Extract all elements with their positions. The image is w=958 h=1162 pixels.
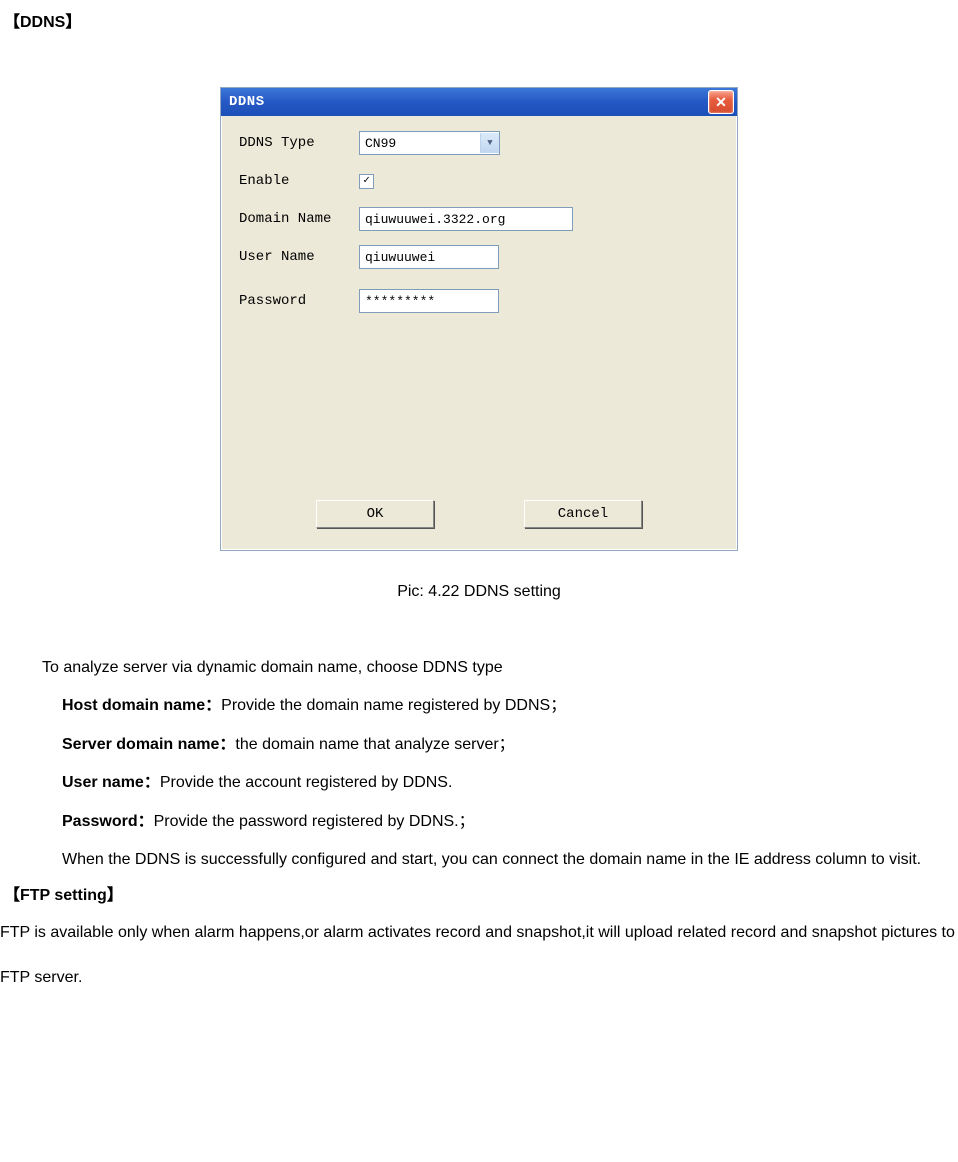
dropdown-value: CN99 [365,136,396,151]
def-server-text: the domain name that analyze server； [235,736,514,753]
def-host-text: Provide the domain name registered by DD… [221,697,566,714]
def-pass-label: Password： [62,813,154,830]
enable-checkbox[interactable]: ✓ [359,174,374,189]
domain-name-input[interactable]: qiuwuuwei.3322.org [359,207,573,231]
label-ddns-type: DDNS Type [239,135,359,151]
section-heading-ftp: 【FTP setting】 [4,881,958,905]
cancel-button[interactable]: Cancel [524,500,642,528]
close-icon: ✕ [715,94,727,111]
def-user-label: User name： [62,774,160,791]
success-text: When the DDNS is successfully configured… [62,851,921,868]
label-enable: Enable [239,173,359,189]
dialog-titlebar: DDNS ✕ [221,88,737,116]
ddns-dialog: DDNS ✕ DDNS Type CN99 ▼ Enable ✓ Domain [220,87,738,551]
def-user: User name：Provide the account registered… [62,764,958,802]
dialog-body: DDNS Type CN99 ▼ Enable ✓ Domain Name qi… [221,116,737,340]
row-username: User Name qiuwuuwei [239,244,719,270]
body-text-block: To analyze server via dynamic domain nam… [4,649,958,879]
password-input[interactable]: ********* [359,289,499,313]
row-password: Password ********* [239,288,719,314]
dialog-buttons: OK Cancel [221,500,737,528]
row-ddns-type: DDNS Type CN99 ▼ [239,130,719,156]
ddns-type-dropdown[interactable]: CN99 ▼ [359,131,500,155]
row-domain: Domain Name qiuwuuwei.3322.org [239,206,719,232]
user-name-input[interactable]: qiuwuuwei [359,245,499,269]
def-host: Host domain name：Provide the domain name… [62,687,958,725]
dialog-title: DDNS [229,94,265,110]
def-server-label: Server domain name： [62,736,235,753]
intro-line: To analyze server via dynamic domain nam… [42,649,958,687]
def-server: Server domain name：the domain name that … [62,726,958,764]
def-user-text: Provide the account registered by DDNS. [160,774,453,791]
label-password: Password [239,293,359,309]
def-host-label: Host domain name： [62,697,221,714]
domain-value: qiuwuuwei.3322.org [365,212,505,227]
password-value: ********* [365,294,435,309]
chevron-down-icon: ▼ [480,133,499,153]
close-button[interactable]: ✕ [708,90,734,114]
check-icon: ✓ [363,176,370,187]
section-heading-ddns: 【DDNS】 [4,8,958,32]
figure-caption: Pic: 4.22 DDNS setting [0,583,958,601]
label-username: User Name [239,249,359,265]
success-line-start: When the DDNS is successfully configured… [62,841,958,879]
def-pass-text: Provide the password registered by DDNS.… [154,813,475,830]
label-domain: Domain Name [239,211,359,227]
ok-button[interactable]: OK [316,500,434,528]
row-enable: Enable ✓ [239,168,719,194]
ftp-paragraph: FTP is available only when alarm happens… [0,911,958,1001]
username-value: qiuwuuwei [365,250,435,265]
def-pass: Password：Provide the password registered… [62,803,958,841]
